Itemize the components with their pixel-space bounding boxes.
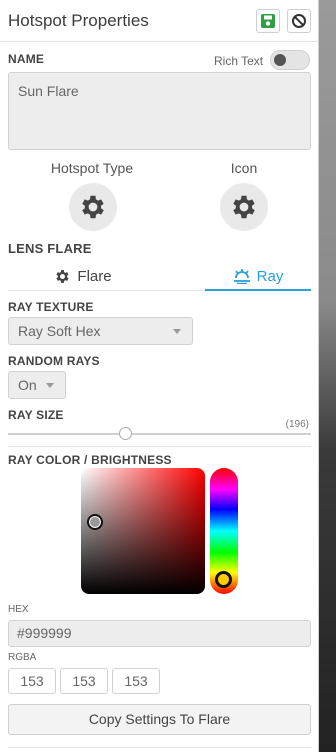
hotspot-properties-panel: Hotspot Properties NAME Rich Text Sun Fl…	[0, 0, 319, 752]
name-textarea[interactable]: Sun Flare	[8, 72, 311, 150]
background-scene	[318, 0, 336, 752]
ray-size-value: (196)	[285, 419, 309, 430]
gear-icon	[56, 269, 69, 283]
ray-texture-select[interactable]: Ray Soft Hex	[8, 317, 193, 345]
hex-label: HEX	[8, 604, 29, 615]
tab-flare[interactable]: Flare	[8, 262, 158, 290]
lens-flare-label: LENS FLARE	[8, 241, 92, 256]
toggle-knob	[274, 54, 286, 66]
tab-ray[interactable]: Ray	[205, 262, 311, 290]
copy-settings-to-flare-button[interactable]: Copy Settings To Flare	[8, 704, 311, 735]
rich-text-toggle[interactable]	[270, 50, 310, 70]
hotspot-type-label: Hotspot Type	[50, 160, 134, 176]
ray-size-label: RAY SIZE	[8, 408, 64, 422]
panel-title: Hotspot Properties	[8, 11, 149, 30]
ray-color-label: RAY COLOR / BRIGHTNESS	[8, 453, 172, 467]
bottom-divider	[8, 747, 311, 748]
gear-icon	[82, 195, 104, 219]
save-icon	[261, 14, 275, 28]
ban-icon	[292, 14, 306, 28]
hotspot-type-button[interactable]	[69, 183, 117, 231]
section-divider	[8, 446, 311, 447]
icon-label: Icon	[230, 160, 258, 176]
rgba-blue-input[interactable]: 153	[112, 668, 160, 694]
hex-input[interactable]: #999999	[8, 620, 311, 647]
save-button[interactable]	[256, 9, 280, 33]
panel-header: Hotspot Properties	[0, 0, 319, 42]
gear-icon	[233, 195, 255, 219]
name-label: NAME	[8, 52, 45, 66]
ray-icon	[233, 269, 250, 284]
rgba-label: RGBA	[8, 652, 37, 663]
hue-slider-thumb[interactable]	[215, 571, 232, 588]
ray-size-slider-track[interactable]	[8, 433, 311, 435]
ray-texture-label: RAY TEXTURE	[8, 300, 94, 314]
icon-select-button[interactable]	[220, 183, 268, 231]
rich-text-label: Rich Text	[214, 54, 264, 68]
random-rays-value: On	[18, 377, 37, 393]
ray-size-slider-thumb[interactable]	[119, 427, 132, 440]
active-tab-indicator	[205, 289, 311, 291]
rgba-red-input[interactable]: 153	[8, 668, 56, 694]
ray-texture-value: Ray Soft Hex	[18, 323, 101, 339]
saturation-brightness-picker[interactable]	[81, 468, 205, 594]
color-picker-cursor[interactable]	[87, 514, 103, 530]
random-rays-label: RANDOM RAYS	[8, 354, 100, 368]
chevron-down-icon	[173, 329, 181, 334]
tab-ray-label: Ray	[256, 267, 284, 285]
disable-button[interactable]	[287, 9, 311, 33]
random-rays-select[interactable]: On	[8, 371, 66, 399]
chevron-down-icon	[46, 383, 54, 388]
tab-flare-label: Flare	[77, 267, 112, 285]
rgba-green-input[interactable]: 153	[60, 668, 108, 694]
